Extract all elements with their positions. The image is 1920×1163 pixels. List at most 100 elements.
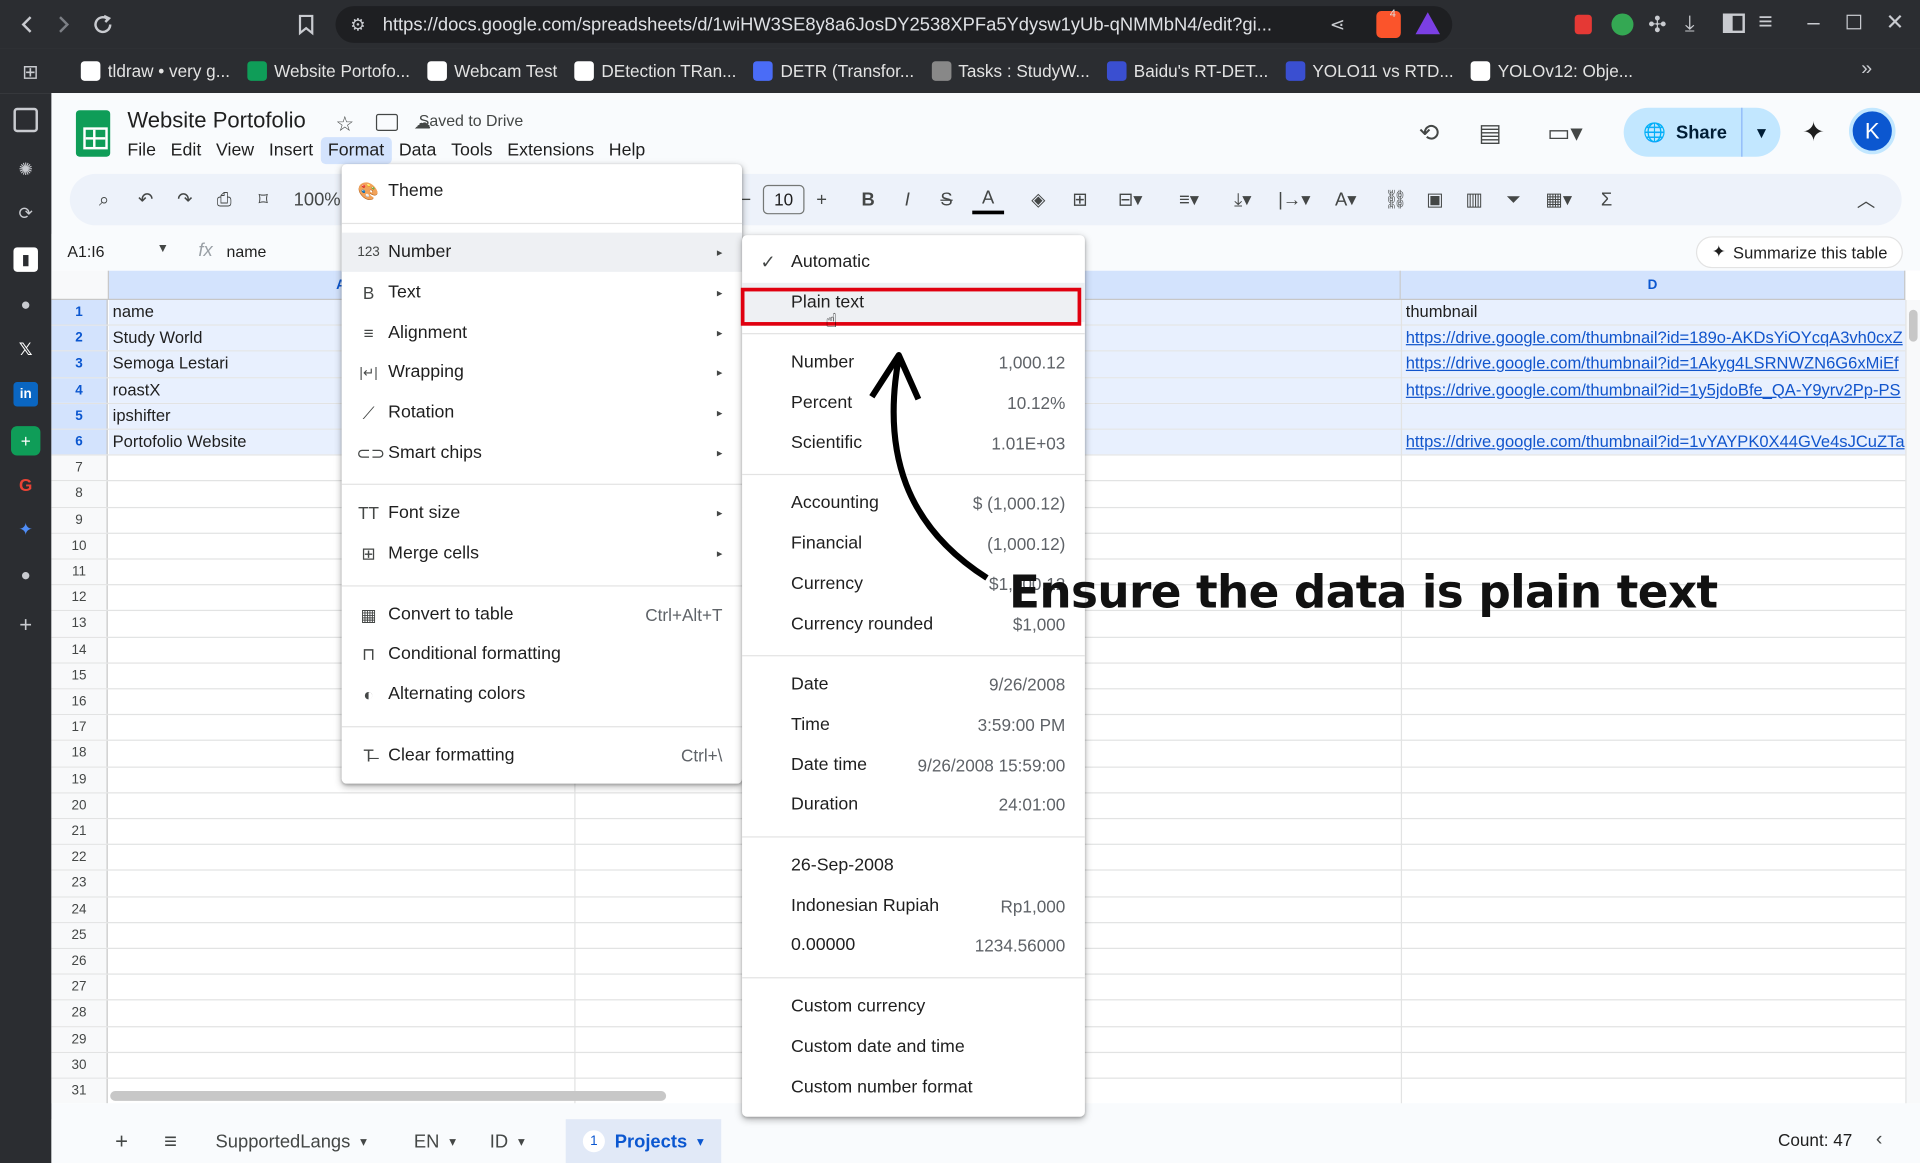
menu-file[interactable]: File — [120, 137, 163, 164]
minimize-icon[interactable]: – — [1807, 10, 1819, 36]
row-number[interactable]: 19 — [51, 767, 108, 792]
bookmark-item[interactable]: Webcam Test — [427, 61, 557, 81]
column-header-d[interactable]: D — [1400, 270, 1906, 301]
bookmark-item[interactable]: Baidu's RT-DET... — [1106, 61, 1268, 81]
text-color-icon[interactable]: A — [972, 185, 1005, 215]
star-icon[interactable]: ☆ — [336, 113, 355, 137]
summarize-table-button[interactable]: ✦ Summarize this table — [1695, 236, 1904, 269]
name-box[interactable]: A1:I6 — [67, 242, 104, 260]
collapse-toolbar-icon[interactable]: ︿ — [1853, 185, 1880, 214]
row-number[interactable]: 7 — [51, 455, 108, 481]
chatgpt-icon[interactable]: ✺ — [13, 157, 37, 181]
row-number[interactable]: 15 — [51, 663, 108, 689]
sheet-tab[interactable]: ID ▾ — [490, 1119, 525, 1163]
gemini-spark-icon[interactable]: ✦ — [1799, 116, 1828, 147]
brave-shield-icon[interactable] — [1376, 11, 1401, 38]
number-format-option[interactable]: Duration 24:01:00 — [742, 785, 1085, 824]
format-menu-item[interactable]: B Text ▸ — [342, 273, 742, 312]
menu-icon[interactable]: ≡ — [1758, 9, 1772, 37]
menu-data[interactable]: Data — [392, 137, 444, 164]
cell-a[interactable]: Portofolio Website — [113, 432, 247, 450]
cell-a[interactable]: ipshifter — [113, 406, 171, 424]
bookmark-item[interactable]: DETR (Transfor... — [753, 61, 914, 81]
row-number[interactable]: 30 — [51, 1052, 108, 1078]
row-number[interactable]: 14 — [51, 637, 108, 663]
share-dropdown-icon[interactable]: ▾ — [1741, 107, 1780, 157]
add-sheet-icon[interactable]: + — [115, 1119, 128, 1163]
github-alt-icon[interactable]: ● — [13, 562, 37, 586]
number-format-option[interactable]: Time 3:59:00 PM — [742, 705, 1085, 744]
row-number[interactable]: 23 — [51, 871, 108, 896]
vertical-align-icon[interactable]: ⤓▾ — [1221, 185, 1265, 214]
search-icon[interactable]: ⌕ — [92, 185, 116, 214]
linkedin-icon[interactable]: in — [13, 382, 38, 407]
all-sheets-icon[interactable]: ≡ — [164, 1119, 177, 1163]
x-twitter-icon[interactable]: 𝕏 — [13, 337, 37, 361]
scrollbar-thumb[interactable] — [1908, 309, 1918, 342]
format-menu-item[interactable]: ⊓ Conditional formatting — [342, 634, 742, 673]
number-format-option[interactable]: Date 9/26/2008 — [742, 665, 1085, 704]
sheets-logo-icon[interactable] — [75, 110, 111, 157]
italic-icon[interactable]: I — [895, 185, 919, 214]
functions-icon[interactable]: Σ — [1593, 185, 1620, 214]
horizontal-align-icon[interactable]: ≡▾ — [1167, 185, 1211, 214]
row-number[interactable]: 25 — [51, 923, 108, 948]
maximize-icon[interactable] — [1846, 14, 1862, 30]
move-folder-icon[interactable] — [375, 113, 398, 132]
row-number[interactable]: 2 — [51, 325, 108, 351]
number-format-option[interactable]: Custom date and time — [742, 1027, 1085, 1066]
merge-cells-icon[interactable]: ⊟▾ — [1106, 185, 1155, 214]
row-number[interactable]: 16 — [51, 689, 108, 715]
horizontal-scrollbar-thumb[interactable] — [110, 1091, 667, 1101]
row-number[interactable]: 22 — [51, 845, 108, 870]
row-number[interactable]: 3 — [51, 351, 108, 377]
menu-extensions[interactable]: Extensions — [500, 137, 602, 164]
close-window-icon[interactable]: ✕ — [1886, 10, 1904, 36]
github-icon[interactable]: ● — [13, 291, 37, 315]
share-button[interactable]: 🌐 Share ▾ — [1623, 107, 1781, 157]
insert-chart-icon[interactable]: ▥ — [1461, 185, 1488, 214]
format-menu-item[interactable]: TT Font size ▸ — [342, 493, 742, 532]
sheet-tab[interactable]: SupportedLangs ▾ — [216, 1119, 367, 1163]
selection-count[interactable]: Count: 47 — [1778, 1130, 1852, 1150]
text-wrap-icon[interactable]: |→▾ — [1272, 185, 1316, 214]
cell-d[interactable]: https://drive.google.com/thumbnail?id=1A… — [1406, 354, 1906, 372]
number-format-option[interactable]: Custom currency — [742, 987, 1085, 1026]
format-menu-item[interactable]: ▦ Convert to table Ctrl+Alt+T — [342, 595, 742, 634]
cell-a[interactable]: Semoga Lestari — [113, 354, 229, 372]
sidebar-panel-icon[interactable] — [13, 107, 38, 133]
meet-icon[interactable]: ▭▾ — [1540, 118, 1589, 147]
sidebar-toggle-icon[interactable] — [1722, 13, 1745, 34]
strikethrough-icon[interactable]: S — [934, 185, 958, 214]
row-number[interactable]: 26 — [51, 948, 108, 974]
row-number[interactable]: 27 — [51, 974, 108, 1000]
sheet-tab-dropdown-icon[interactable]: ▾ — [360, 1133, 367, 1149]
row-number[interactable]: 13 — [51, 611, 108, 637]
bookmark-item[interactable]: YOLO11 vs RTD... — [1285, 61, 1454, 81]
comments-icon[interactable]: ▤ — [1476, 118, 1505, 147]
reload-icon[interactable] — [83, 5, 122, 44]
undo-icon[interactable]: ↶ — [133, 185, 157, 214]
cell-d[interactable]: thumbnail — [1406, 302, 1906, 320]
cell-a[interactable]: roastX — [113, 380, 161, 398]
cell-d[interactable]: https://drive.google.com/thumbnail?id=1v… — [1406, 432, 1906, 450]
sheet-tab-dropdown-icon[interactable]: ▾ — [449, 1133, 456, 1149]
select-all-corner[interactable] — [51, 270, 109, 301]
paint-format-icon[interactable]: ⌑ — [251, 185, 275, 214]
row-number[interactable]: 8 — [51, 481, 108, 507]
format-menu-item[interactable]: ⊂⊃ Smart chips ▸ — [342, 433, 742, 472]
sheet-tab-dropdown-icon[interactable]: ▾ — [697, 1133, 704, 1149]
menu-tools[interactable]: Tools — [444, 137, 500, 164]
sheet-tab[interactable]: EN ▾ — [414, 1119, 456, 1163]
back-icon[interactable] — [7, 5, 46, 44]
apps-grid-icon[interactable]: ⊞ — [22, 60, 38, 84]
font-size-input[interactable]: 10 — [762, 184, 805, 215]
insert-link-icon[interactable]: ⛓ — [1382, 185, 1409, 214]
bookmark-item[interactable]: Website Portofo... — [247, 61, 410, 81]
notion-icon[interactable]: ▮ — [13, 247, 38, 272]
format-menu-item[interactable]: ⊞ Merge cells ▸ — [342, 534, 742, 573]
google-icon[interactable]: G — [13, 473, 37, 497]
number-format-option[interactable]: Custom number format — [742, 1068, 1085, 1107]
print-icon[interactable]: ⎙ — [212, 185, 236, 214]
number-format-option[interactable]: 26-Sep-2008 — [742, 846, 1085, 885]
